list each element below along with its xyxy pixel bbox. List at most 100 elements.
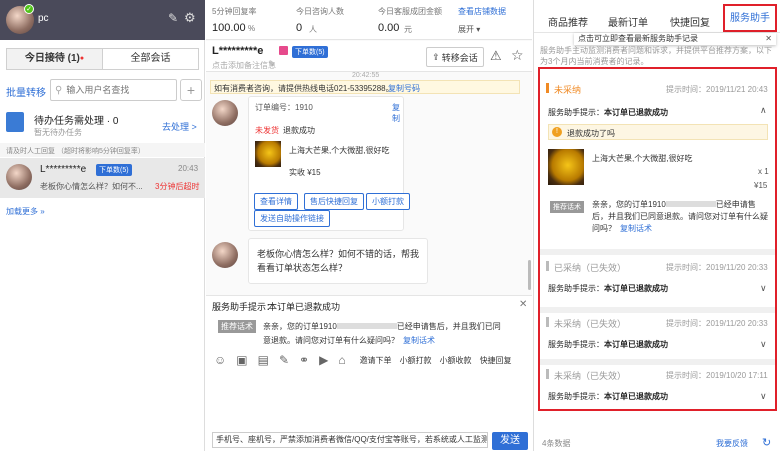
record-title: 服务助手提示：本订单已退款成功 <box>548 392 668 401</box>
customer-message: 老板你心情怎么样？如何不错的话，帮我看看订单状态怎么样？ <box>248 238 428 284</box>
recommend-text: 亲亲，您的订单1910 已经申请售后，并且我们已同意退款。请问您对订单有什么疑问吗… <box>592 200 768 233</box>
record-status: 未采纳（已失效） <box>554 371 627 381</box>
username: pc <box>38 13 49 24</box>
add-icon[interactable]: + <box>180 79 202 101</box>
assistant-records: 未采纳 提示时间：2019/11/21 20:43 服务助手提示：本订单已退款成… <box>538 67 777 411</box>
task-subtitle: 暂无待办任务 <box>34 128 82 137</box>
copy-recommend-link[interactable]: 复制话术 <box>620 224 652 233</box>
send-button[interactable]: 发送 <box>492 432 528 450</box>
status-refund: 退款成功 <box>283 126 315 135</box>
emoji-icon[interactable]: ☺ <box>214 353 226 367</box>
quick-reply-button[interactable]: 快捷回复 <box>480 355 512 366</box>
stat-consult-value: 0 <box>296 22 303 34</box>
expand-button[interactable]: 展开 ▾ <box>458 24 480 35</box>
link-icon[interactable]: ⚭ <box>299 353 309 367</box>
recommend-tag: 推荐话术 <box>550 201 584 213</box>
product-image <box>255 141 281 167</box>
record-item[interactable]: 已采纳（已失效） 提示时间：2019/11/20 20:33 服务助手提示：本订… <box>540 255 775 307</box>
chat-timestamp: 20:42:55 <box>352 72 380 79</box>
search-box[interactable]: ⚲ <box>50 79 177 101</box>
tag-icon <box>279 46 288 55</box>
note-icon[interactable]: ✎ <box>279 353 289 367</box>
task-title: 待办任务需处理 · 0 <box>34 116 119 127</box>
record-title: 服务助手提示：本订单已退款成功 <box>548 108 668 117</box>
self-service-link-button[interactable]: 发送自助操作链接 <box>254 210 330 227</box>
small-payment-button[interactable]: 小额打款 <box>366 193 410 210</box>
search-icon: ⚲ <box>55 84 63 96</box>
record-status: 已采纳（已失效） <box>554 263 627 273</box>
record-time: 提示时间：2019/11/20 20:33 <box>666 319 768 328</box>
edit-icon[interactable]: ✎ <box>268 59 276 70</box>
scrollbar[interactable] <box>528 260 531 290</box>
video-icon[interactable]: ▶ <box>319 353 328 367</box>
copy-order-link[interactable]: 复制 <box>392 102 403 124</box>
tab-all[interactable]: 全部会话 <box>102 48 199 70</box>
conv-time: 20:43 <box>178 164 199 173</box>
record-title: 服务助手提示：本订单已退款成功 <box>548 340 668 349</box>
record-time: 提示时间：2019/10/20 17:11 <box>666 371 768 380</box>
manual-notice: 请及时人工回复 （超时将影响5分钟回复率） <box>6 148 145 155</box>
expand-icon[interactable]: ∨ <box>760 283 767 294</box>
stat-consult-label: 今日咨询人数 <box>296 7 344 16</box>
list-item[interactable]: L*********e 下单数(5) 20:43 老板你心情怎么样？如何不...… <box>0 158 205 198</box>
assistant-panel: 商品推荐 最新订单 快捷回复 服务助手 点击可立即查看最新服务助手记录 ✕ 服务助… <box>533 0 780 451</box>
tab-quick-reply[interactable]: 快捷回复 <box>670 14 710 29</box>
batch-transfer-button[interactable]: 批量转移 <box>6 84 46 99</box>
record-item[interactable]: 未采纳（已失效） 提示时间：2019/10/20 17:11 服务助手提示：本订… <box>540 365 775 409</box>
customer-avatar <box>212 242 238 268</box>
copy-phone-link[interactable]: 复制号码 <box>388 83 420 94</box>
tab-today[interactable]: 今日接待 (1)● <box>6 48 103 70</box>
small-collect-button[interactable]: 小额收款 <box>440 355 472 366</box>
search-input[interactable] <box>66 85 167 95</box>
aftersale-reply-button[interactable]: 售后快捷回复 <box>304 193 364 210</box>
gear-icon[interactable]: ⚙ <box>184 10 196 26</box>
product-name: 上海大芒果,个大微甜,很好吃 <box>289 146 390 155</box>
warning-bar: ! 退款成功了吗 <box>548 124 768 140</box>
product-name: 上海大芒果,个大微甜,很好吃 <box>592 154 693 163</box>
image-icon[interactable]: ▣ <box>236 353 247 367</box>
tab-latest-orders[interactable]: 最新订单 <box>608 14 648 29</box>
product-price: ¥15 <box>754 181 768 190</box>
close-icon[interactable]: ✕ <box>765 33 772 45</box>
warning-text: 退款成功了吗 <box>567 129 615 138</box>
message-input[interactable]: 手机号、座机号，严禁添加消费者微信/QQ/支付宝等账号，若系统或人工监测 <box>212 432 488 448</box>
close-icon[interactable]: ✕ <box>519 299 527 310</box>
view-detail-button[interactable]: 查看详情 <box>254 193 298 210</box>
assist-content: 本订单已退款成功 <box>268 302 341 312</box>
feedback-link[interactable]: 我要反馈 <box>716 438 748 449</box>
tab-product-recommend[interactable]: 商品推荐 <box>548 14 588 29</box>
stat-reply-rate-label: 5分钟回复率 <box>212 7 257 16</box>
expand-icon[interactable]: ∨ <box>760 391 767 402</box>
record-count: 4条数据 <box>542 439 571 448</box>
edit-icon[interactable]: ✎ <box>168 11 178 25</box>
copy-recommend-link[interactable]: 复制话术 <box>403 336 435 345</box>
warning-icon[interactable]: ⚠ <box>490 48 502 64</box>
record-time: 提示时间：2019/11/21 20:43 <box>666 85 768 94</box>
document-icon[interactable]: ▤ <box>258 353 269 367</box>
record-item[interactable]: 未采纳（已失效） 提示时间：2019/11/20 20:33 服务助手提示：本订… <box>540 313 775 359</box>
bag-icon[interactable]: ⌂ <box>338 353 345 367</box>
small-pay-button[interactable]: 小额打款 <box>400 355 432 366</box>
chat-username: L*********e <box>212 45 264 57</box>
paid-amount: 实收 ¥15 <box>289 168 321 177</box>
tab-service-assistant[interactable]: 服务助手 <box>723 4 777 32</box>
shop-data-link[interactable]: 查看店铺数据 <box>458 6 506 17</box>
record-title: 服务助手提示：本订单已退款成功 <box>548 284 668 293</box>
invite-order-button[interactable]: 邀请下单 <box>360 355 392 366</box>
collapse-icon[interactable]: ∧ <box>760 105 767 116</box>
order-number: 订单编号：1910 <box>255 103 313 112</box>
recommend-tag: 推荐话术 <box>218 320 256 333</box>
avatar <box>6 164 32 190</box>
star-icon[interactable]: ☆ <box>511 47 524 64</box>
chat-panel: 5分钟回复率 100.00 % 今日咨询人数 0 人 今日客服成团金额 0.00… <box>206 0 532 451</box>
refresh-icon[interactable]: ↻ <box>762 436 771 449</box>
record-status: 未采纳（已失效） <box>554 319 627 329</box>
task-process-link[interactable]: 去处理 > <box>162 120 197 133</box>
product-image <box>548 149 584 185</box>
transfer-icon: ⇪ <box>432 51 440 62</box>
transfer-button[interactable]: ⇪ 转移会话 <box>426 47 484 67</box>
load-more-link[interactable]: 加载更多 » <box>6 206 45 217</box>
hotline-banner: 如有消费者咨询，请提供热线电话021-53395288。 <box>214 84 394 93</box>
remark-link[interactable]: 点击添加备注信息 <box>212 60 276 71</box>
expand-icon[interactable]: ∨ <box>760 339 767 350</box>
